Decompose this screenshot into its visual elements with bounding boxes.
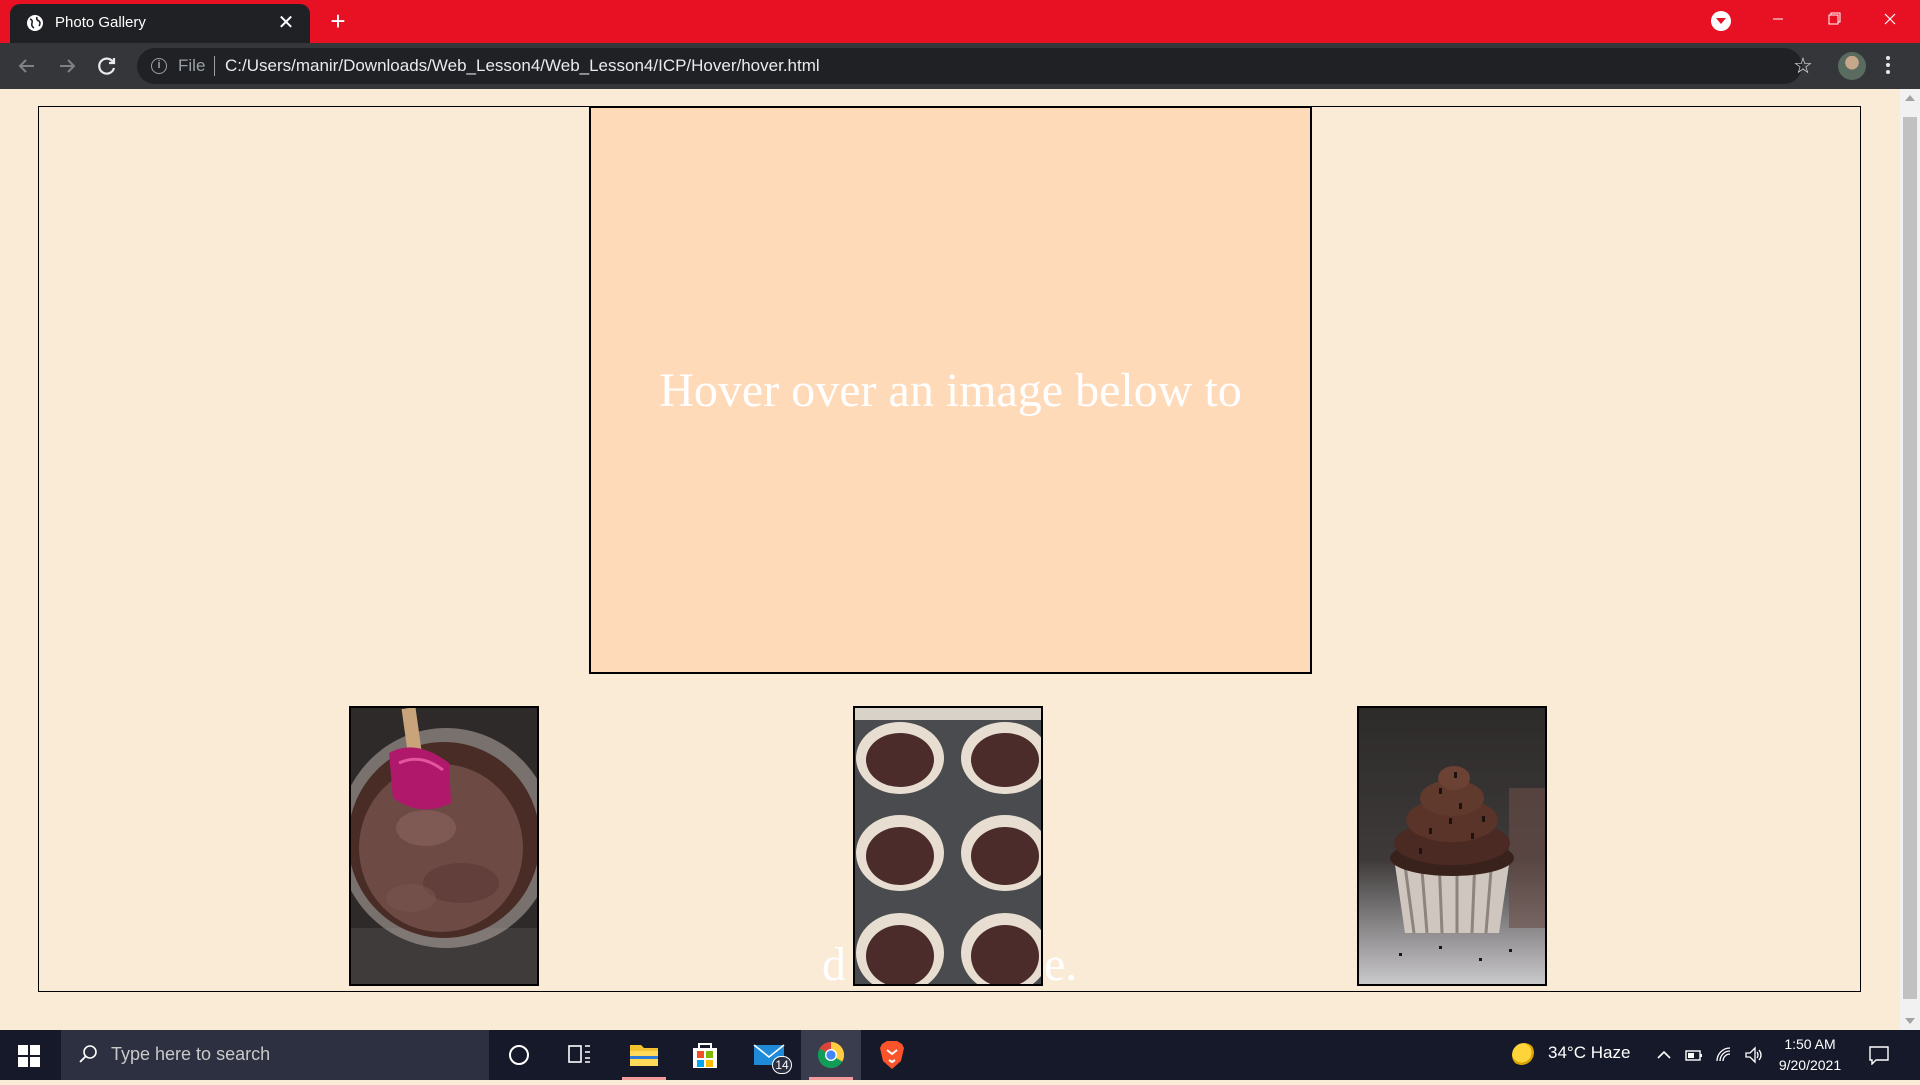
windows-start-icon[interactable] (18, 1045, 40, 1067)
muffin-tin-image (855, 708, 1041, 984)
vertical-scrollbar[interactable] (1900, 89, 1920, 1030)
weather-text[interactable]: 34°C Haze (1548, 1043, 1630, 1063)
battery-icon[interactable] (1684, 1045, 1704, 1065)
address-bar[interactable]: i File C:/Users/manir/Downloads/Web_Less… (137, 48, 1802, 84)
gallery-container: Hover over an image below to d e. (38, 106, 1861, 992)
volume-icon[interactable] (1744, 1045, 1764, 1065)
globe-icon (27, 15, 43, 31)
clock-date: 9/20/2021 (1778, 1057, 1842, 1073)
restore-icon (1828, 12, 1841, 25)
close-window-button[interactable] (1862, 0, 1918, 40)
minimize-icon (1773, 18, 1783, 20)
cupcake-image (1359, 708, 1545, 984)
browser-toolbar: i File C:/Users/manir/Downloads/Web_Less… (0, 43, 1920, 89)
page-viewport: Hover over an image below to d e. (0, 89, 1900, 1030)
mail-unread-badge: 14 (772, 1056, 792, 1074)
back-icon[interactable] (12, 51, 42, 81)
browser-title-bar: Photo Gallery ✕ + (0, 0, 1920, 43)
mail-envelope-icon (753, 1044, 785, 1065)
store-bag-icon (693, 1043, 717, 1068)
microsoft-store-button[interactable] (675, 1030, 735, 1080)
thumbnail-batter-bowl[interactable] (349, 706, 539, 986)
caption-overflow-left: d (822, 938, 846, 991)
thumbnail-muffin-tin[interactable] (853, 706, 1043, 986)
cortana-circle-icon (509, 1045, 529, 1065)
scrollbar-thumb[interactable] (1903, 117, 1917, 999)
notification-icon[interactable] (1868, 1045, 1890, 1065)
search-placeholder: Type here to search (111, 1044, 271, 1064)
address-url[interactable]: C:/Users/manir/Downloads/Web_Lesson4/Web… (225, 56, 820, 76)
weather-haze-icon (1512, 1043, 1536, 1067)
browser-menu-icon[interactable] (1884, 53, 1892, 79)
brave-lion-icon (880, 1041, 904, 1069)
address-separator (214, 56, 215, 76)
scroll-up-arrow-icon[interactable] (1905, 95, 1915, 101)
caption-overflow-right: e. (1044, 938, 1078, 991)
task-view-icon (568, 1045, 590, 1063)
minimize-button[interactable] (1750, 0, 1806, 40)
scroll-down-arrow-icon[interactable] (1905, 1018, 1915, 1024)
wifi-icon[interactable] (1714, 1045, 1734, 1065)
chrome-icon (817, 1041, 845, 1069)
tab-photo-gallery[interactable]: Photo Gallery ✕ (10, 4, 310, 43)
cortana-button[interactable] (489, 1030, 549, 1080)
address-scheme: File (178, 56, 206, 75)
system-clock[interactable]: 1:50 AM 9/20/2021 (1772, 1034, 1848, 1076)
close-icon[interactable]: ✕ (274, 11, 298, 35)
batter-bowl-image (351, 708, 537, 984)
restore-button[interactable] (1806, 0, 1862, 40)
thumbnail-cupcake[interactable] (1357, 706, 1547, 986)
chrome-button[interactable] (801, 1030, 861, 1080)
tab-search-icon[interactable] (1711, 11, 1731, 31)
taskbar-search-box[interactable]: Type here to search (61, 1030, 489, 1080)
info-icon[interactable]: i (151, 58, 167, 74)
tab-title: Photo Gallery (55, 14, 146, 31)
image-preview-box: Hover over an image below to (589, 106, 1312, 674)
bookmark-star-icon[interactable]: ☆ (1790, 53, 1816, 79)
windows-taskbar: Type here to search 14 34°C Haze 1:50 AM… (0, 1030, 1920, 1080)
brave-button[interactable] (862, 1030, 922, 1080)
close-window-icon (1884, 13, 1896, 25)
new-tab-button[interactable]: + (324, 7, 352, 35)
folder-icon (630, 1045, 658, 1066)
profile-avatar[interactable] (1838, 52, 1866, 80)
clock-time: 1:50 AM (1784, 1036, 1836, 1052)
reload-icon[interactable] (92, 51, 122, 81)
mail-button[interactable]: 14 (740, 1030, 800, 1080)
file-explorer-button[interactable] (614, 1030, 674, 1080)
task-view-button[interactable] (549, 1030, 609, 1080)
search-icon (79, 1045, 97, 1063)
chevron-up-icon[interactable] (1654, 1045, 1674, 1065)
preview-caption: Hover over an image below to (659, 364, 1242, 417)
forward-icon[interactable] (52, 51, 82, 81)
